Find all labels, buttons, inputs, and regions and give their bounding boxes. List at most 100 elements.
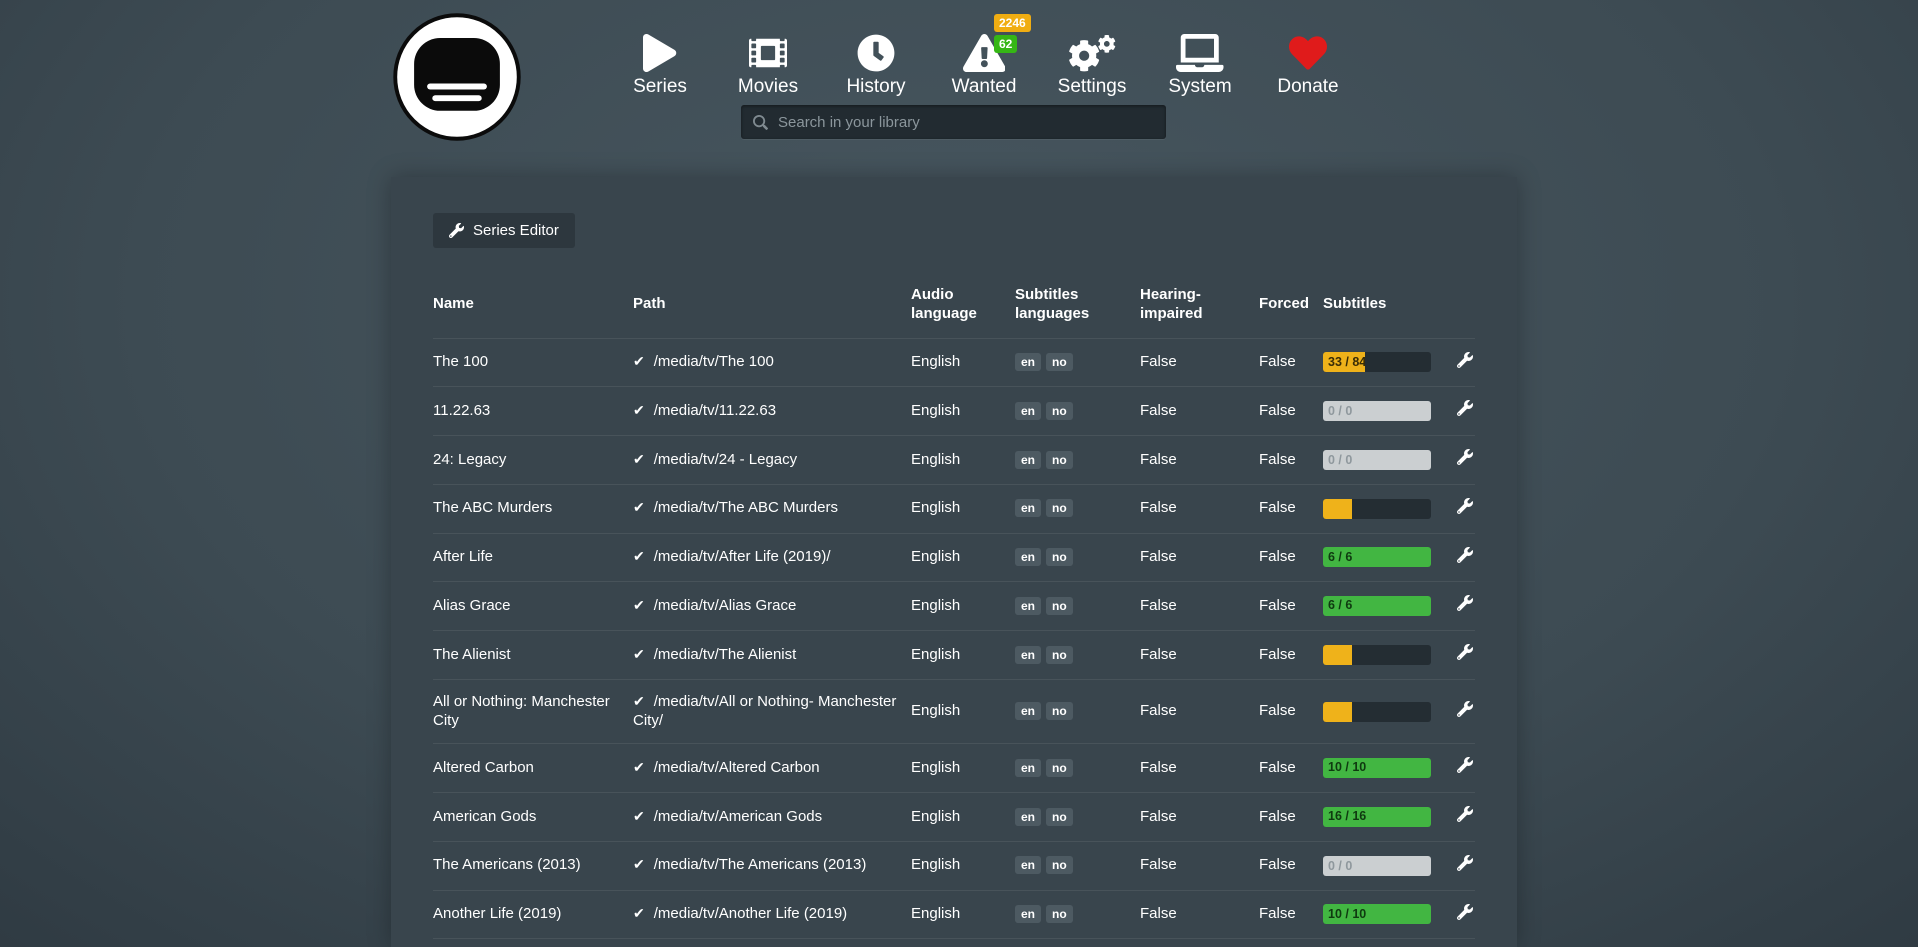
edit-series-button[interactable] — [1457, 806, 1473, 828]
nav-item-series[interactable]: Series — [606, 24, 714, 98]
language-badge: en — [1015, 597, 1041, 615]
language-badge: no — [1046, 548, 1073, 566]
column-header-hearing-impaired: Hearing-impaired — [1140, 278, 1259, 338]
edit-series-button[interactable] — [1457, 904, 1473, 926]
wrench-icon — [1457, 701, 1473, 717]
edit-series-button[interactable] — [1457, 547, 1473, 569]
subtitles-progress: 0 / 0 — [1323, 450, 1431, 470]
language-badge: en — [1015, 451, 1041, 469]
edit-series-button[interactable] — [1457, 498, 1473, 520]
check-icon: ✔ — [633, 759, 645, 775]
language-badge: no — [1046, 499, 1073, 517]
series-table-body: The 100 ✔/media/tv/The 100 English enno … — [433, 338, 1475, 947]
series-path: /media/tv/After Life (2019)/ — [654, 548, 831, 565]
series-name: Alias Grace — [433, 597, 511, 614]
edit-series-button[interactable] — [1457, 757, 1473, 779]
edit-series-button[interactable] — [1457, 644, 1473, 666]
column-header-audio-language: Audio language — [911, 278, 1015, 338]
progress-label: 0 / 0 — [1328, 450, 1352, 470]
nav-item-history[interactable]: History — [822, 24, 930, 98]
nav-item-label: Movies — [738, 76, 798, 98]
forced-value: False — [1259, 702, 1296, 719]
series-table: Name Path Audio language Subtitles langu… — [433, 278, 1475, 947]
subtitles-languages: enno — [1015, 856, 1078, 873]
hearing-impaired-value: False — [1140, 548, 1177, 565]
progress-fill — [1323, 499, 1352, 519]
language-badge: no — [1046, 808, 1073, 826]
progress-label: 0 / 0 — [1328, 401, 1352, 421]
subtitles-progress: 10 / 10 — [1323, 758, 1431, 778]
nav-item-settings[interactable]: Settings — [1038, 24, 1146, 98]
language-badge: en — [1015, 402, 1041, 420]
wrench-icon — [1457, 400, 1473, 416]
language-badge: en — [1015, 759, 1041, 777]
table-row: The Alienist ✔/media/tv/The Alienist Eng… — [433, 631, 1475, 680]
hearing-impaired-value: False — [1140, 353, 1177, 370]
audio-language: English — [911, 808, 960, 825]
subtitles-languages: enno — [1015, 905, 1078, 922]
edit-series-button[interactable] — [1457, 449, 1473, 471]
wanted-success-count-badge: 62 — [994, 35, 1017, 53]
progress-fill: 33 / 84 — [1323, 352, 1365, 372]
audio-language: English — [911, 759, 960, 776]
hearing-impaired-value: False — [1140, 905, 1177, 922]
audio-language: English — [911, 905, 960, 922]
heart-icon — [1289, 24, 1327, 72]
edit-series-button[interactable] — [1457, 701, 1473, 723]
language-badge: en — [1015, 499, 1041, 517]
nav-item-movies[interactable]: Movies — [714, 24, 822, 98]
language-badge: no — [1046, 353, 1073, 371]
progress-label: 0 / 0 — [1328, 856, 1352, 876]
series-editor-panel: Series Editor Name Path Audio language S… — [391, 177, 1517, 947]
language-badge: no — [1046, 597, 1073, 615]
hearing-impaired-value: False — [1140, 499, 1177, 516]
hearing-impaired-value: False — [1140, 856, 1177, 873]
language-badge: no — [1046, 646, 1073, 664]
series-path: /media/tv/The Alienist — [654, 646, 797, 663]
app-logo[interactable] — [392, 12, 522, 142]
series-path: /media/tv/11.22.63 — [654, 402, 776, 419]
edit-series-button[interactable] — [1457, 855, 1473, 877]
series-path: /media/tv/The ABC Murders — [654, 499, 838, 516]
wrench-icon — [1457, 595, 1473, 611]
wrench-icon — [1457, 547, 1473, 563]
series-editor-button[interactable]: Series Editor — [433, 213, 575, 248]
search-input[interactable] — [778, 114, 1154, 131]
check-icon: ✔ — [633, 451, 645, 467]
series-path: /media/tv/The Americans (2013) — [654, 856, 867, 873]
nav-item-label: Donate — [1277, 76, 1338, 98]
wrench-icon — [1457, 644, 1473, 660]
forced-value: False — [1259, 759, 1296, 776]
subtitles-progress: 0 / 0 — [1323, 401, 1431, 421]
audio-language: English — [911, 856, 960, 873]
edit-series-button[interactable] — [1457, 595, 1473, 617]
series-path: /media/tv/All or Nothing- Manchester Cit… — [633, 693, 896, 729]
table-row: The ABC Murders ✔/media/tv/The ABC Murde… — [433, 484, 1475, 533]
check-icon: ✔ — [633, 856, 645, 872]
nav-item-label: Wanted — [952, 76, 1017, 98]
series-name: After Life — [433, 548, 493, 565]
progress-fill: 16 / 16 — [1323, 807, 1431, 827]
language-badge: en — [1015, 548, 1041, 566]
check-icon: ✔ — [633, 808, 645, 824]
language-badge: en — [1015, 353, 1041, 371]
table-row: American Gods ✔/media/tv/American Gods E… — [433, 793, 1475, 842]
subtitles-progress: 6 / 6 — [1323, 547, 1431, 567]
edit-series-button[interactable] — [1457, 352, 1473, 374]
subtitles-languages: enno — [1015, 548, 1078, 565]
hearing-impaired-value: False — [1140, 451, 1177, 468]
nav-item-donate[interactable]: Donate — [1254, 24, 1362, 98]
audio-language: English — [911, 548, 960, 565]
edit-series-button[interactable] — [1457, 400, 1473, 422]
app-header: Series Movies History 2246 62 Wanted — [0, 0, 1918, 177]
subtitles-languages: enno — [1015, 759, 1078, 776]
audio-language: English — [911, 499, 960, 516]
forced-value: False — [1259, 905, 1296, 922]
nav-item-wanted[interactable]: 2246 62 Wanted — [930, 24, 1038, 98]
series-editor-button-label: Series Editor — [473, 222, 559, 239]
nav-item-system[interactable]: System — [1146, 24, 1254, 98]
column-header-path: Path — [633, 278, 911, 338]
audio-language: English — [911, 451, 960, 468]
nav-item-label: Series — [633, 76, 687, 98]
series-name: American Gods — [433, 808, 536, 825]
